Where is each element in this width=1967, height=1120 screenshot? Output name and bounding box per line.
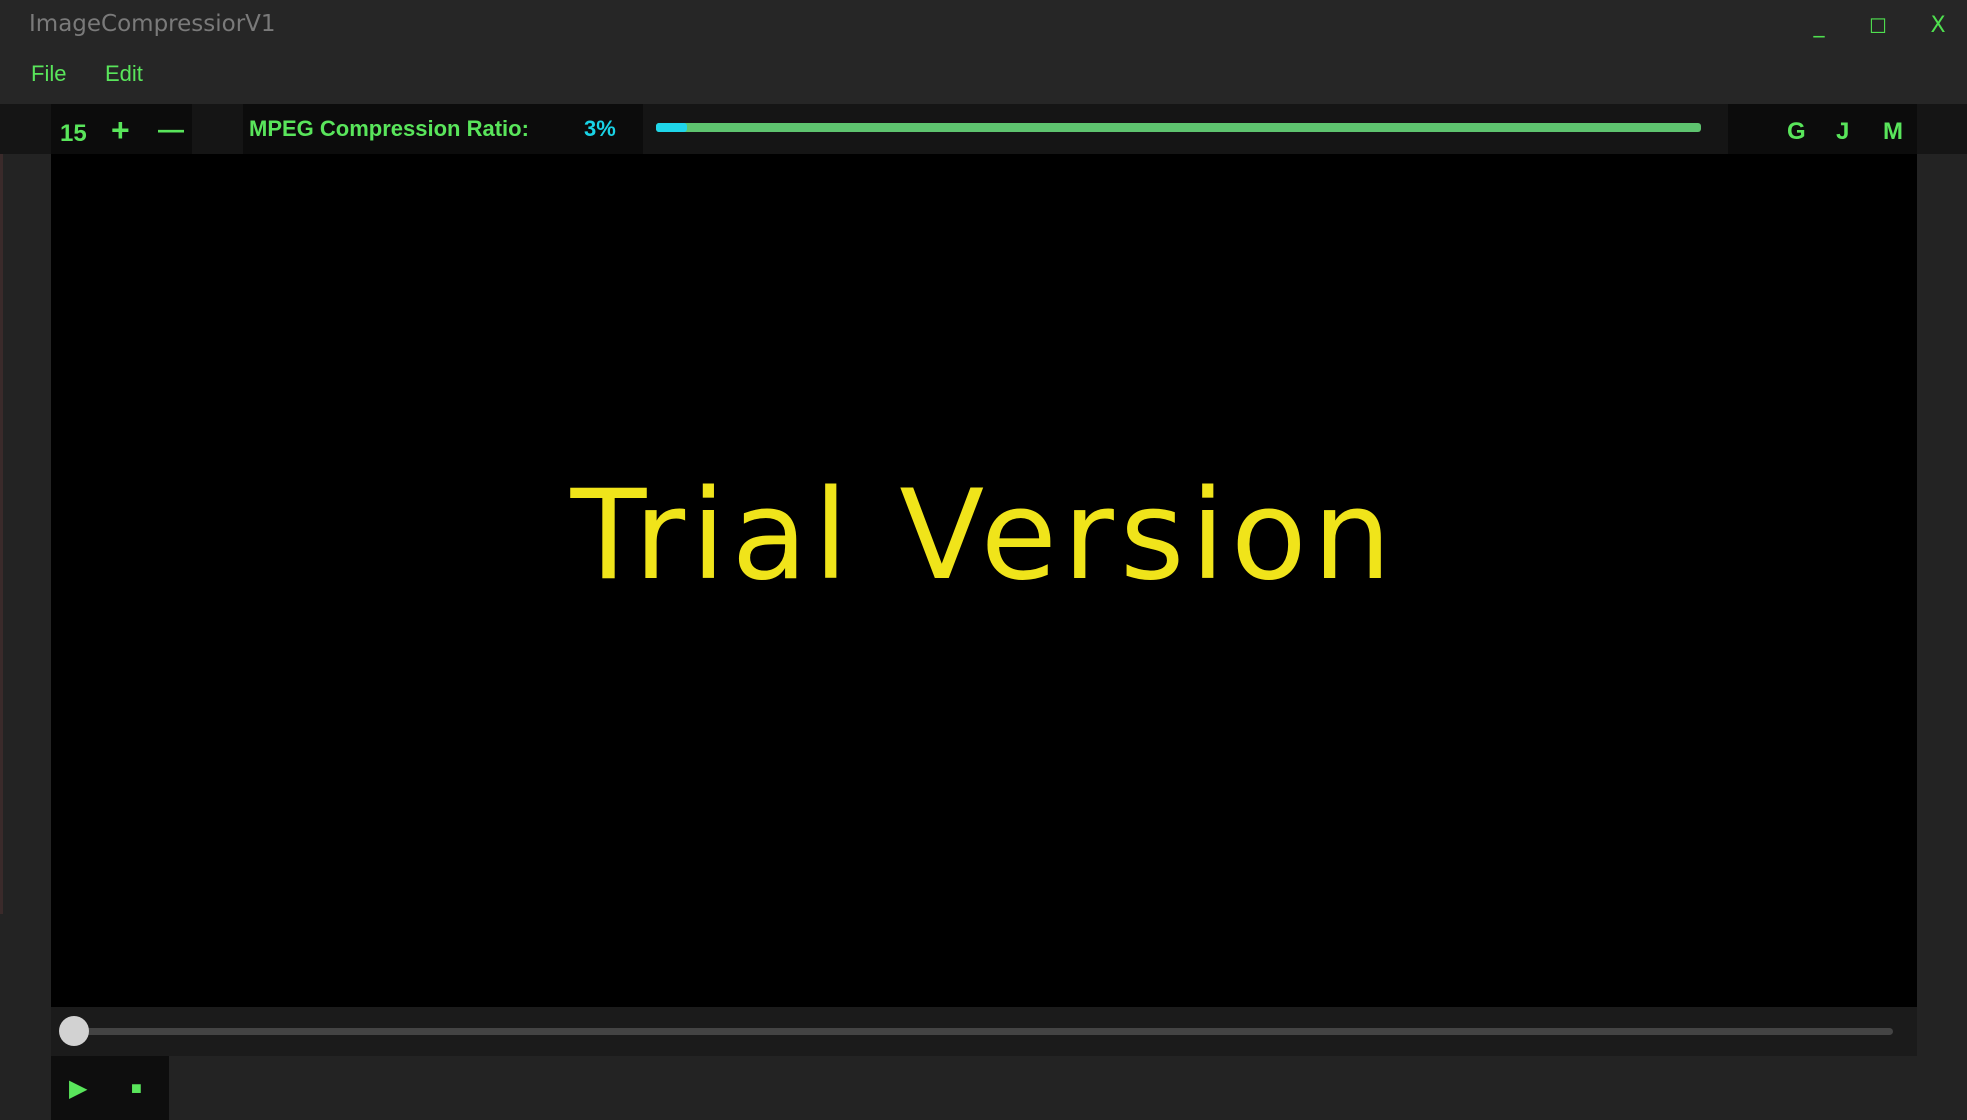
mode-j-button[interactable]: J [1836,118,1849,146]
seek-track[interactable] [75,1028,1893,1035]
stop-button[interactable]: ■ [131,1078,142,1099]
video-display: Trial Version [51,154,1917,1007]
fps-value: 15 [60,120,87,147]
compression-ratio-fill [656,123,688,132]
window-edge [0,154,3,914]
minimize-button[interactable]: _ [1799,8,1839,44]
window-title: ImageCompressiorV1 [29,11,276,37]
compression-ratio-value: 3% [584,116,616,141]
playback-controls: ▶ ■ [51,1056,169,1120]
compression-ratio-bar [656,123,1701,132]
increase-button[interactable]: + [111,112,130,149]
maximize-button[interactable]: ☐ [1858,8,1898,44]
close-button[interactable]: X [1918,8,1958,44]
decrease-button[interactable]: — [158,114,184,145]
title-bar: ImageCompressiorV1 [0,0,1967,52]
menu-file[interactable]: File [31,61,66,87]
compression-ratio-label: MPEG Compression Ratio: [249,116,529,141]
trial-version-overlay: Trial Version [570,464,1398,608]
menu-bar: File Edit [0,52,1967,104]
play-button[interactable]: ▶ [69,1074,87,1103]
menu-edit[interactable]: Edit [105,61,143,87]
mode-g-button[interactable]: G [1787,118,1806,146]
mode-m-button[interactable]: M [1883,118,1903,146]
seek-thumb[interactable] [59,1016,89,1046]
